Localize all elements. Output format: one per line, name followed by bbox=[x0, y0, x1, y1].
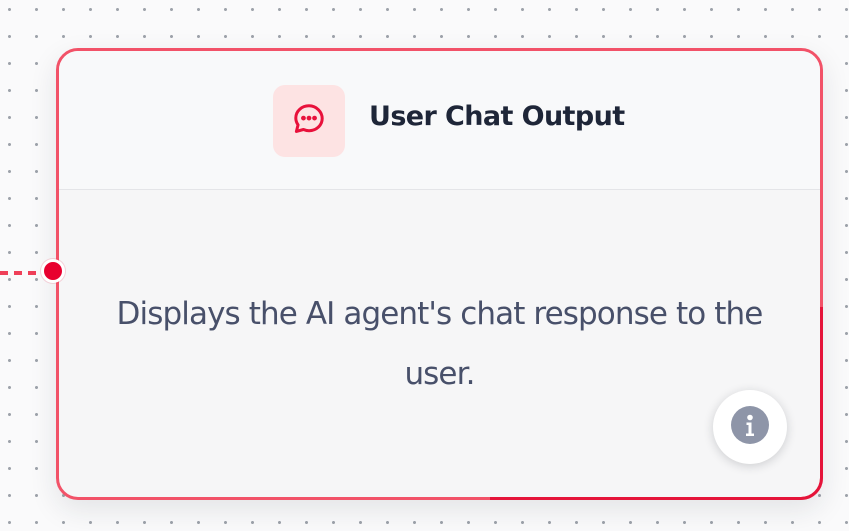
node-header: User Chat Output bbox=[59, 51, 820, 190]
node-title: User Chat Output bbox=[369, 101, 625, 132]
node-icon-tile bbox=[273, 85, 345, 157]
input-connection-handle[interactable] bbox=[41, 259, 65, 283]
info-button[interactable] bbox=[713, 390, 787, 464]
user-chat-output-node[interactable]: User Chat Output Displays the AI agent's… bbox=[56, 48, 823, 500]
info-icon bbox=[730, 405, 770, 449]
incoming-connection-line bbox=[0, 271, 46, 275]
node-description: Displays the AI agent's chat response to… bbox=[116, 296, 764, 392]
chat-bubble-icon bbox=[291, 101, 327, 141]
